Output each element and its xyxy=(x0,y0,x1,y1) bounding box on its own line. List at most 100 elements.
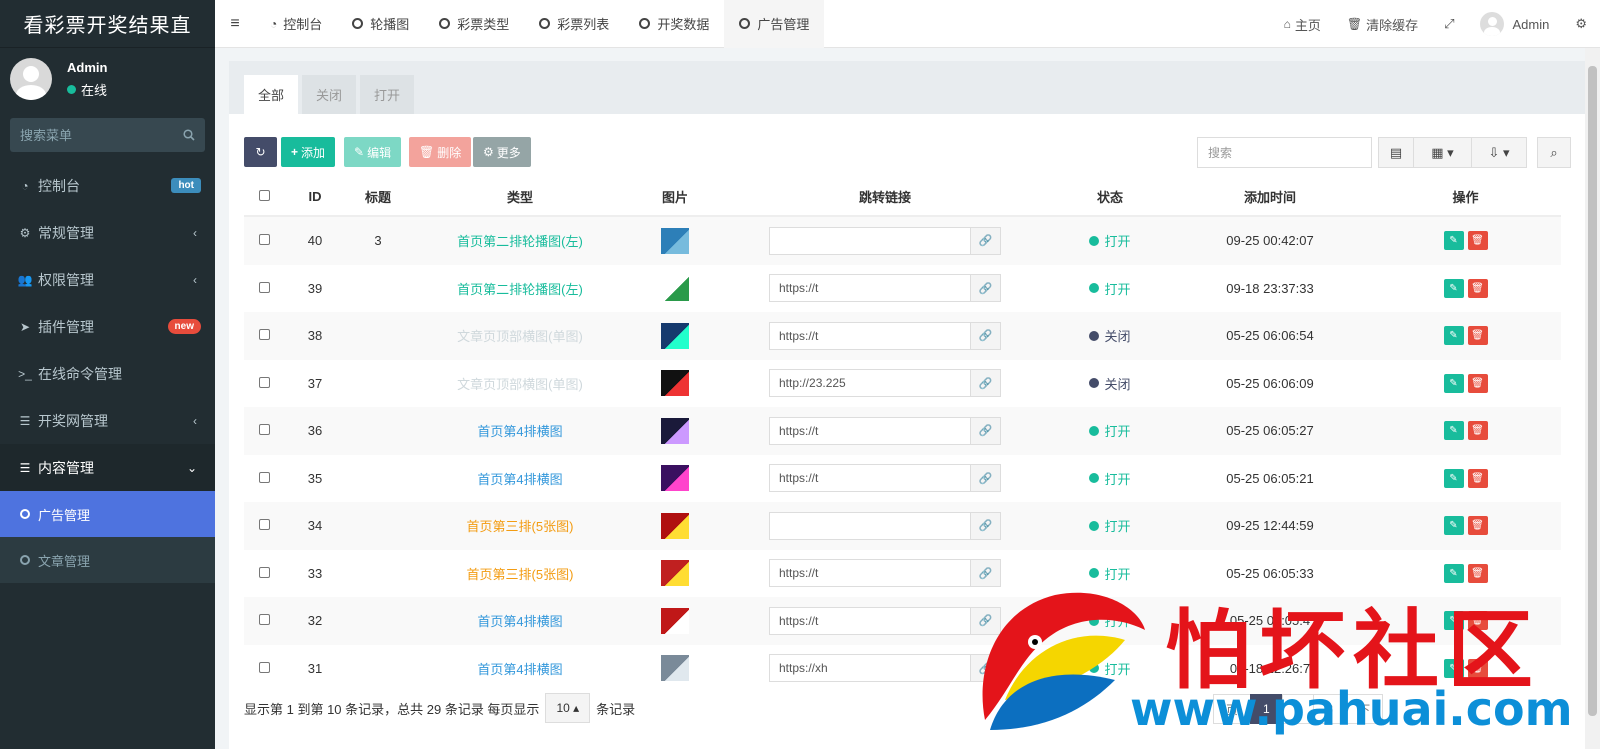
row-edit-button[interactable]: ✎ xyxy=(1443,563,1464,583)
link-input[interactable]: https://t xyxy=(769,606,971,635)
home-link[interactable]: ⌂ 主页 xyxy=(1271,15,1334,34)
cell-type[interactable]: 首页第三排(5张图) xyxy=(410,564,630,583)
sidebar-item-dashboard[interactable]: ◔ 控制台 hot xyxy=(0,162,215,209)
row-checkbox[interactable] xyxy=(258,471,270,483)
edit-button[interactable]: ✎ 编辑 xyxy=(344,137,402,167)
tab-lottery-type[interactable]: 彩票类型 xyxy=(424,0,524,48)
cell-type[interactable]: 首页第4排横图 xyxy=(410,611,630,630)
link-open-button[interactable]: 🔗 xyxy=(971,464,1001,493)
export-button[interactable]: ⇩ ▾ xyxy=(1471,137,1527,168)
link-open-button[interactable]: 🔗 xyxy=(971,226,1001,255)
filter-tab-open[interactable]: 打开 xyxy=(360,75,415,114)
search-button[interactable]: ⌕ xyxy=(1537,137,1571,168)
search-icon[interactable] xyxy=(183,129,195,141)
columns-button[interactable]: ▦ ▾ xyxy=(1413,137,1472,168)
refresh-button[interactable]: ↻ xyxy=(244,137,277,167)
link-open-button[interactable]: 🔗 xyxy=(971,274,1001,303)
page-next[interactable]: 下 xyxy=(1345,694,1384,724)
tab-carousel[interactable]: 轮播图 xyxy=(337,0,424,48)
sidebar-item-plugins[interactable]: ➤ 插件管理 new xyxy=(0,303,215,350)
row-delete-button[interactable]: 🗑 xyxy=(1467,563,1488,583)
status-badge[interactable]: 打开 xyxy=(1089,516,1131,535)
status-badge[interactable]: 关闭 xyxy=(1089,374,1131,393)
row-delete-button[interactable]: 🗑 xyxy=(1467,326,1488,346)
tab-lottery-list[interactable]: 彩票列表 xyxy=(524,0,624,48)
ad-thumbnail[interactable] xyxy=(661,417,689,444)
row-edit-button[interactable]: ✎ xyxy=(1443,516,1464,536)
menu-search-input[interactable] xyxy=(20,127,170,143)
page-2[interactable]: 2 xyxy=(1281,694,1315,724)
menu-toggle-icon[interactable]: ≡ xyxy=(215,15,255,33)
row-delete-button[interactable]: 🗑 xyxy=(1467,231,1488,251)
row-delete-button[interactable]: 🗑 xyxy=(1467,373,1488,393)
row-checkbox[interactable] xyxy=(258,566,270,578)
row-edit-button[interactable]: ✎ xyxy=(1443,468,1464,488)
row-delete-button[interactable]: 🗑 xyxy=(1467,611,1488,631)
link-input[interactable]: https://xh xyxy=(769,654,971,683)
row-edit-button[interactable]: ✎ xyxy=(1443,278,1464,298)
table-search-input[interactable]: 搜索 xyxy=(1197,137,1372,168)
row-delete-button[interactable]: 🗑 xyxy=(1467,516,1488,536)
col-id[interactable]: ID xyxy=(284,189,346,204)
more-button[interactable]: ⚙ 更多 xyxy=(473,137,531,167)
status-badge[interactable]: 关闭 xyxy=(1089,326,1131,345)
settings-icon[interactable]: ⚙ xyxy=(1562,16,1600,32)
ad-thumbnail[interactable] xyxy=(661,512,689,539)
row-checkbox[interactable] xyxy=(258,661,270,673)
filter-tab-closed[interactable]: 关闭 xyxy=(302,75,357,114)
link-input[interactable]: https://t xyxy=(769,559,971,588)
row-edit-button[interactable]: ✎ xyxy=(1443,326,1464,346)
status-badge[interactable]: 打开 xyxy=(1089,421,1131,440)
row-checkbox[interactable] xyxy=(258,376,270,388)
row-checkbox[interactable] xyxy=(258,234,270,246)
cell-type[interactable]: 首页第4排横图 xyxy=(410,469,630,488)
tab-draw-data[interactable]: 开奖数据 xyxy=(624,0,724,48)
status-badge[interactable]: 打开 xyxy=(1089,469,1131,488)
row-checkbox[interactable] xyxy=(258,519,270,531)
row-edit-button[interactable]: ✎ xyxy=(1443,231,1464,251)
status-badge[interactable]: 打开 xyxy=(1089,231,1131,250)
clear-cache-button[interactable]: 🗑 清除缓存 xyxy=(1334,15,1431,34)
filter-tab-all[interactable]: 全部 xyxy=(244,75,299,114)
ad-thumbnail[interactable] xyxy=(661,370,689,397)
row-checkbox[interactable] xyxy=(258,424,270,436)
ad-thumbnail[interactable] xyxy=(661,322,689,349)
sidebar-item-auth[interactable]: 👥 权限管理 ‹ xyxy=(0,256,215,303)
link-input[interactable]: https://t xyxy=(769,274,971,303)
row-delete-button[interactable]: 🗑 xyxy=(1467,278,1488,298)
brand-title[interactable]: 看彩票开奖结果直 xyxy=(0,0,215,48)
status-badge[interactable]: 打开 xyxy=(1089,611,1131,630)
scrollbar-thumb[interactable] xyxy=(1588,66,1597,716)
page-3[interactable]: 3 xyxy=(1313,694,1347,724)
page-1[interactable]: 1 xyxy=(1250,694,1283,724)
fullscreen-icon[interactable]: ⤢ xyxy=(1431,16,1467,32)
link-open-button[interactable]: 🔗 xyxy=(971,511,1001,540)
row-delete-button[interactable]: 🗑 xyxy=(1467,421,1488,441)
cell-type[interactable]: 首页第三排(5张图) xyxy=(410,516,630,535)
delete-button[interactable]: 🗑 删除 xyxy=(409,137,472,167)
link-input[interactable] xyxy=(769,226,971,255)
link-input[interactable]: https://t xyxy=(769,464,971,493)
ad-thumbnail[interactable] xyxy=(661,560,689,587)
sidebar-item-command[interactable]: >_ 在线命令管理 xyxy=(0,350,215,397)
row-delete-button[interactable]: 🗑 xyxy=(1467,658,1488,678)
row-edit-button[interactable]: ✎ xyxy=(1443,611,1464,631)
tab-ad-management[interactable]: 广告管理 xyxy=(724,0,825,48)
link-open-button[interactable]: 🔗 xyxy=(971,606,1001,635)
row-checkbox[interactable] xyxy=(258,281,270,293)
link-open-button[interactable]: 🔗 xyxy=(971,369,1001,398)
status-badge[interactable]: 打开 xyxy=(1089,279,1131,298)
cell-type[interactable]: 首页第4排横图 xyxy=(410,421,630,440)
ad-thumbnail[interactable] xyxy=(661,607,689,634)
cell-type[interactable]: 首页第二排轮播图(左) xyxy=(410,231,630,250)
tab-dashboard[interactable]: ◔ 控制台 xyxy=(255,0,337,48)
link-open-button[interactable]: 🔗 xyxy=(971,559,1001,588)
ad-thumbnail[interactable] xyxy=(661,465,689,492)
link-open-button[interactable]: 🔗 xyxy=(971,321,1001,350)
row-checkbox[interactable] xyxy=(258,614,270,626)
row-edit-button[interactable]: ✎ xyxy=(1443,373,1464,393)
row-checkbox[interactable] xyxy=(258,329,270,341)
cell-type[interactable]: 文章页顶部横图(单图) xyxy=(410,326,630,345)
link-input[interactable]: https://t xyxy=(769,416,971,445)
sidebar-item-general[interactable]: ⚙ 常规管理 ‹ xyxy=(0,209,215,256)
